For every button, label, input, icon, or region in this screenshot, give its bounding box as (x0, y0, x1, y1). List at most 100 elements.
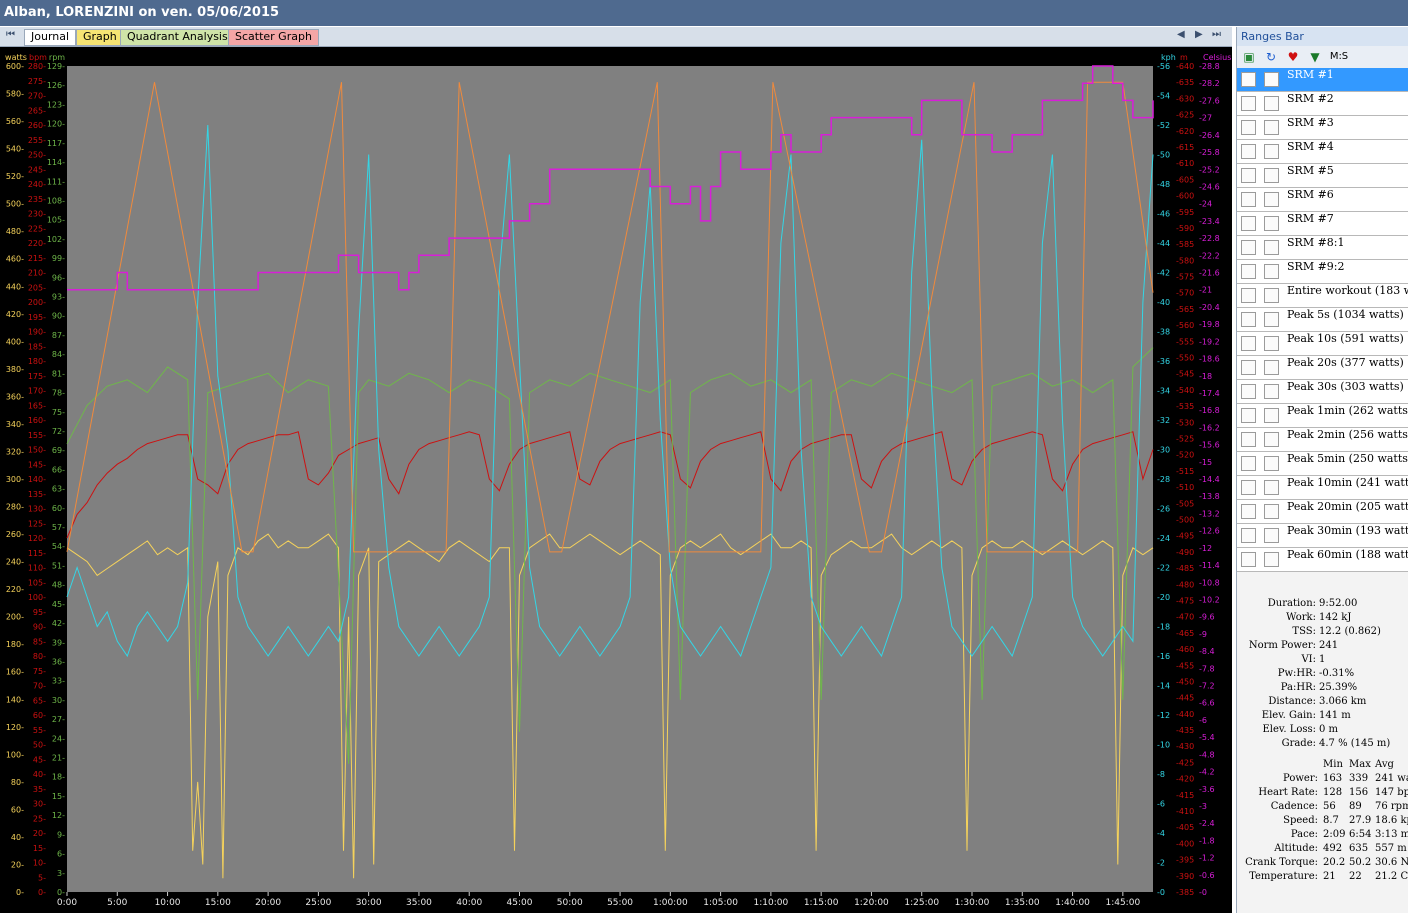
summary-row-value: 89 (1349, 801, 1362, 812)
range-lock-checkbox[interactable] (1264, 168, 1279, 183)
range-row[interactable]: Peak 20min (205 watts) (1237, 500, 1408, 524)
range-row[interactable]: SRM #2 (1237, 92, 1408, 116)
right-axis-tick: -21.6 (1199, 269, 1220, 278)
range-lock-checkbox[interactable] (1264, 336, 1279, 351)
range-row[interactable]: SRM #4 (1237, 140, 1408, 164)
summary-row-label: Cadence: (1270, 801, 1318, 812)
range-row[interactable]: Entire workout (183 watts (1237, 284, 1408, 308)
range-lock-checkbox[interactable] (1264, 528, 1279, 543)
range-visible-checkbox[interactable] (1241, 384, 1256, 399)
range-lock-checkbox[interactable] (1264, 456, 1279, 471)
range-visible-checkbox[interactable] (1241, 408, 1256, 423)
range-lock-checkbox[interactable] (1264, 384, 1279, 399)
range-lock-checkbox[interactable] (1264, 264, 1279, 279)
range-visible-checkbox[interactable] (1241, 240, 1256, 255)
last-page-icon[interactable]: ⏭ (1212, 29, 1221, 40)
range-visible-checkbox[interactable] (1241, 360, 1256, 375)
range-row[interactable]: Peak 30s (303 watts) (1237, 380, 1408, 404)
mountain-icon[interactable]: ▼ (1307, 49, 1323, 65)
left-axis-tick: 220- (6, 585, 24, 594)
range-visible-checkbox[interactable] (1241, 504, 1256, 519)
tab-journal[interactable]: Journal (24, 29, 77, 46)
range-lock-checkbox[interactable] (1264, 408, 1279, 423)
range-visible-checkbox[interactable] (1241, 168, 1256, 183)
workout-chart[interactable]: watts 0- 20- 40- 60- 80- 100- 120- 140- 160- 180- 2… (0, 47, 1232, 913)
range-row[interactable]: SRM #9:2 (1237, 260, 1408, 284)
range-lock-checkbox[interactable] (1264, 504, 1279, 519)
right-axis-tick: -21 (1199, 286, 1212, 295)
range-row[interactable]: Peak 2min (256 watts) (1237, 428, 1408, 452)
tab-quadrant-analysis[interactable]: Quadrant Analysis (120, 29, 235, 46)
right-axis-tick: -480 (1176, 580, 1194, 589)
range-lock-checkbox[interactable] (1264, 192, 1279, 207)
range-lock-checkbox[interactable] (1264, 480, 1279, 495)
left-axis-tick: 175- (28, 372, 46, 381)
next-page-icon[interactable]: ▶ (1195, 29, 1203, 40)
range-visible-checkbox[interactable] (1241, 216, 1256, 231)
range-row[interactable]: SRM #5 (1237, 164, 1408, 188)
left-axis-tick: 108- (47, 196, 65, 205)
range-lock-checkbox[interactable] (1264, 144, 1279, 159)
range-row[interactable]: SRM #6 (1237, 188, 1408, 212)
range-row[interactable]: SRM #8:1 (1237, 236, 1408, 260)
range-visible-checkbox[interactable] (1241, 120, 1256, 135)
range-lock-checkbox[interactable] (1264, 120, 1279, 135)
summary-stat: TSS: 12.2 (0.862) (1237, 625, 1408, 639)
range-row[interactable]: SRM #3 (1237, 116, 1408, 140)
range-visible-checkbox[interactable] (1241, 264, 1256, 279)
range-row[interactable]: SRM #7 (1237, 212, 1408, 236)
range-lock-checkbox[interactable] (1264, 288, 1279, 303)
right-axis-tick: -2 (1157, 859, 1165, 868)
refresh-icon[interactable]: ↻ (1263, 49, 1279, 65)
range-row[interactable]: Peak 1min (262 watts) (1237, 404, 1408, 428)
range-lock-checkbox[interactable] (1264, 216, 1279, 231)
range-visible-checkbox[interactable] (1241, 336, 1256, 351)
right-axis-tick: -20 (1157, 593, 1170, 602)
mode-label[interactable]: M:S (1327, 49, 1351, 65)
range-visible-checkbox[interactable] (1241, 432, 1256, 447)
range-visible-checkbox[interactable] (1241, 480, 1256, 495)
right-axis-tick: -435 (1176, 726, 1194, 735)
range-lock-checkbox[interactable] (1264, 240, 1279, 255)
left-axis-tick: 260- (6, 530, 24, 539)
range-visible-checkbox[interactable] (1241, 552, 1256, 567)
summary-stat: Elev. Loss: 0 m (1237, 723, 1408, 737)
image-icon[interactable]: ▣ (1241, 49, 1257, 65)
prev-page-icon[interactable]: ◀ (1177, 29, 1185, 40)
range-lock-checkbox[interactable] (1264, 432, 1279, 447)
range-row[interactable]: Peak 60min (188 watts) (1237, 548, 1408, 572)
range-visible-checkbox[interactable] (1241, 192, 1256, 207)
range-lock-checkbox[interactable] (1264, 72, 1279, 87)
range-visible-checkbox[interactable] (1241, 96, 1256, 111)
range-visible-checkbox[interactable] (1241, 312, 1256, 327)
range-row[interactable]: Peak 5min (250 watts) (1237, 452, 1408, 476)
range-visible-checkbox[interactable] (1241, 528, 1256, 543)
left-axis-tick: 245- (28, 165, 46, 174)
heart-icon[interactable]: ♥ (1285, 49, 1301, 65)
range-lock-checkbox[interactable] (1264, 96, 1279, 111)
range-visible-checkbox[interactable] (1241, 288, 1256, 303)
right-axis-tick: -470 (1176, 613, 1194, 622)
range-row[interactable]: Peak 30min (193 watts) (1237, 524, 1408, 548)
range-lock-checkbox[interactable] (1264, 360, 1279, 375)
tab-scatter-graph[interactable]: Scatter Graph (228, 29, 319, 46)
range-row[interactable]: Peak 5s (1034 watts) (1237, 308, 1408, 332)
left-axis-tick: 5- (38, 873, 46, 882)
range-lock-checkbox[interactable] (1264, 312, 1279, 327)
range-lock-checkbox[interactable] (1264, 552, 1279, 567)
first-page-icon[interactable]: ⏮ (6, 29, 15, 40)
range-row[interactable]: Peak 10min (241 watts) (1237, 476, 1408, 500)
left-axis-tick: 270- (28, 92, 46, 101)
left-axis-tick: 230- (28, 210, 46, 219)
right-axis-tick: -590 (1176, 224, 1194, 233)
range-visible-checkbox[interactable] (1241, 456, 1256, 471)
right-axis-tick: -610 (1176, 159, 1194, 168)
range-row[interactable]: Peak 20s (377 watts) (1237, 356, 1408, 380)
range-row[interactable]: Peak 10s (591 watts) (1237, 332, 1408, 356)
tab-graph[interactable]: Graph (76, 29, 124, 46)
range-visible-checkbox[interactable] (1241, 144, 1256, 159)
left-axis-tick: 80- (33, 652, 46, 661)
summary-stat: Elev. Gain: 141 m (1237, 709, 1408, 723)
range-visible-checkbox[interactable] (1241, 72, 1256, 87)
range-row[interactable]: SRM #1 (1237, 68, 1408, 92)
